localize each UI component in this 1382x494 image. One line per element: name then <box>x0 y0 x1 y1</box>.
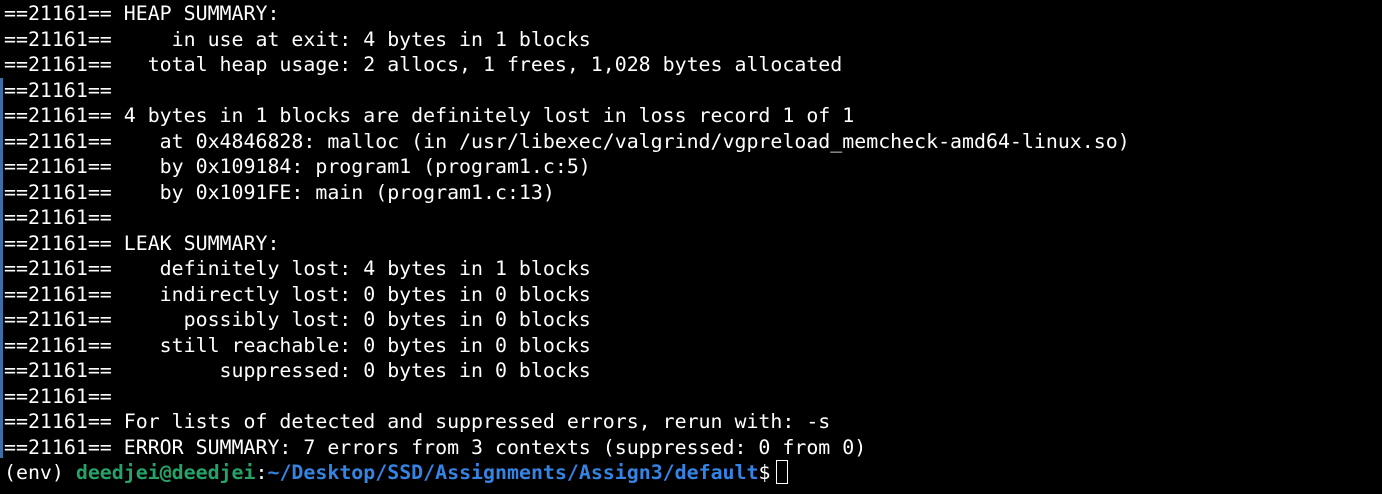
output-line: ==21161== <box>4 78 112 102</box>
output-line: ==21161== <box>4 384 112 408</box>
prompt-env: (env) <box>4 461 76 484</box>
scroll-marker <box>0 78 3 458</box>
terminal-output[interactable]: ==21161== HEAP SUMMARY: ==21161== in use… <box>4 1 1382 494</box>
text-cursor[interactable] <box>776 460 789 484</box>
output-line: ==21161== ERROR SUMMARY: 7 errors from 3… <box>4 435 867 459</box>
output-line: ==21161== LEAK SUMMARY: <box>4 231 280 255</box>
output-line: ==21161== by 0x1091FE: main (program1.c:… <box>4 180 555 204</box>
output-line: ==21161== HEAP SUMMARY: <box>4 2 280 25</box>
output-line: ==21161== <box>4 206 112 229</box>
output-line: ==21161== total heap usage: 2 allocs, 1 … <box>4 53 843 76</box>
output-line: ==21161== at 0x4846828: malloc (in /usr/… <box>4 129 1130 153</box>
output-line: ==21161== definitely lost: 4 bytes in 1 … <box>4 257 591 280</box>
prompt-symbol: $ <box>758 461 771 484</box>
prompt-separator: : <box>255 461 268 484</box>
shell-prompt[interactable]: (env) deedjei@deedjei:~/Desktop/SSD/Assi… <box>4 460 1382 486</box>
output-line: ==21161== 4 bytes in 1 blocks are defini… <box>4 104 855 127</box>
output-line: ==21161== still reachable: 0 bytes in 0 … <box>4 333 591 357</box>
output-line: ==21161== in use at exit: 4 bytes in 1 b… <box>4 27 591 51</box>
output-line: ==21161== indirectly lost: 0 bytes in 0 … <box>4 282 591 306</box>
output-line: ==21161== by 0x109184: program1 (program… <box>4 155 591 178</box>
output-line: ==21161== possibly lost: 0 bytes in 0 bl… <box>4 308 591 331</box>
prompt-path: ~/Desktop/SSD/Assignments/Assign3/defaul… <box>267 461 759 484</box>
prompt-user-host: deedjei@deedjei <box>75 461 256 484</box>
output-line: ==21161== suppressed: 0 bytes in 0 block… <box>4 359 591 382</box>
output-line: ==21161== For lists of detected and supp… <box>4 410 831 433</box>
